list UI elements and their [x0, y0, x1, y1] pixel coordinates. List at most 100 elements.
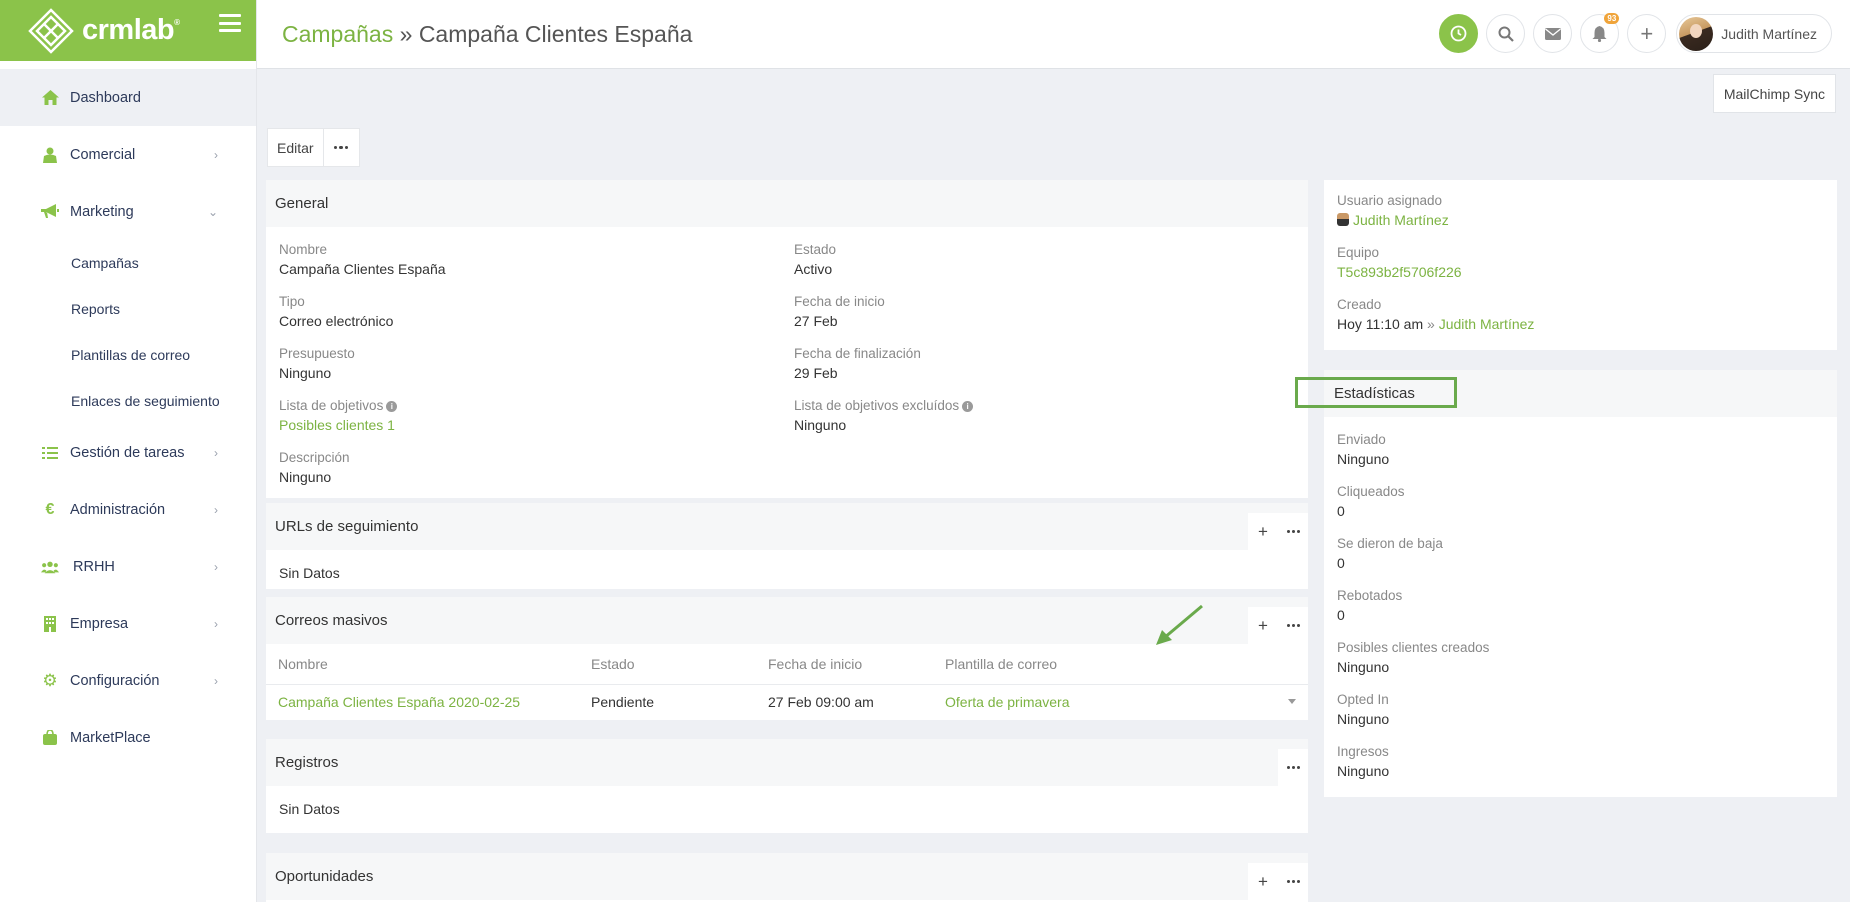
- opportunities-panel: Oportunidades +: [266, 853, 1308, 902]
- column-header[interactable]: Fecha de inicio: [768, 656, 945, 672]
- menu-toggle-icon[interactable]: [219, 14, 241, 32]
- clock-button[interactable]: [1439, 14, 1479, 53]
- panel-tools: [1278, 749, 1308, 786]
- field-label: Opted In: [1337, 692, 1389, 707]
- field-presupuesto: Presupuesto Ninguno: [279, 346, 355, 381]
- field-fecha-inicio: Fecha de inicio 27 Feb: [794, 294, 885, 329]
- highlight-annotation: [1295, 377, 1457, 408]
- field-nombre: Nombre Campaña Clientes España: [279, 242, 446, 277]
- chevron-right-icon: ›: [214, 616, 218, 631]
- tasks-icon: [41, 444, 59, 462]
- created-by-link[interactable]: Judith Martínez: [1439, 316, 1535, 332]
- field-value: Hoy 11:10 am » Judith Martínez: [1337, 316, 1534, 332]
- ellipsis-icon[interactable]: [1278, 513, 1308, 550]
- building-icon: [41, 615, 59, 633]
- date-cell: 27 Feb 09:00 am: [768, 694, 874, 710]
- field-value: 0: [1337, 503, 1345, 519]
- panel-header: General: [266, 180, 1308, 227]
- separator: »: [1423, 316, 1439, 332]
- add-icon[interactable]: +: [1248, 607, 1278, 644]
- field-label: Fecha de inicio: [794, 294, 885, 309]
- add-icon[interactable]: +: [1248, 863, 1278, 900]
- created-time: Hoy 11:10 am: [1337, 316, 1424, 332]
- add-button[interactable]: +: [1627, 14, 1667, 53]
- nav-item-empresa[interactable]: Empresa ›: [0, 595, 256, 652]
- sub-item-campanas[interactable]: Campañas: [0, 240, 256, 286]
- breadcrumb-parent-link[interactable]: Campañas: [282, 21, 393, 47]
- nav-item-administracion[interactable]: € Administración ›: [0, 481, 256, 538]
- column-header[interactable]: Estado: [591, 656, 768, 672]
- field-tipo: Tipo Correo electrónico: [279, 294, 393, 329]
- stat-enviado: Enviado Ninguno: [1337, 432, 1389, 467]
- field-label: Enviado: [1337, 432, 1386, 447]
- field-label: Rebotados: [1337, 588, 1403, 603]
- field-label: Lista de objetivos excluídos i: [794, 398, 974, 413]
- ellipsis-icon[interactable]: [1278, 749, 1308, 786]
- column-header[interactable]: Plantilla de correo: [945, 656, 1145, 672]
- user-menu[interactable]: Judith Martínez: [1676, 14, 1832, 53]
- field-label: Tipo: [279, 294, 305, 309]
- column-header[interactable]: Nombre: [266, 656, 591, 672]
- sub-item-plantillas[interactable]: Plantillas de correo: [0, 332, 256, 378]
- statistics-panel: Estadísticas Enviado Ninguno Cliqueados …: [1324, 370, 1837, 797]
- nav-item-marketing[interactable]: Marketing ⌄: [0, 183, 256, 240]
- edit-button[interactable]: Editar: [267, 128, 324, 167]
- field-label: Usuario asignado: [1337, 193, 1443, 208]
- mail-icon: [1544, 27, 1561, 40]
- mailchimp-sync-button[interactable]: MailChimp Sync: [1712, 74, 1836, 113]
- field-label: Descripción: [279, 450, 350, 465]
- assignment-panel: Usuario asignado Judith Martínez Equipo …: [1324, 180, 1837, 350]
- info-icon[interactable]: i: [386, 401, 398, 412]
- nav-item-marketplace[interactable]: MarketPlace: [0, 709, 256, 766]
- row-actions-caret-icon[interactable]: [1288, 699, 1296, 704]
- topbar: Campañas » Campaña Clientes España 93 + …: [257, 0, 1850, 69]
- user-icon: [41, 146, 59, 164]
- search-button[interactable]: [1486, 14, 1526, 53]
- notifications-button[interactable]: 93: [1580, 13, 1620, 53]
- ellipsis-icon[interactable]: [1278, 607, 1308, 644]
- template-link[interactable]: Oferta de primavera: [945, 694, 1145, 710]
- field-creado: Creado Hoy 11:10 am » Judith Martínez: [1337, 297, 1534, 332]
- more-actions-button[interactable]: [322, 128, 360, 167]
- info-icon[interactable]: i: [962, 401, 974, 412]
- clock-icon: [1450, 25, 1467, 42]
- panel-tools: +: [1248, 863, 1308, 900]
- field-label: Lista de objetivos i: [279, 398, 398, 413]
- panel-tools: +: [1248, 513, 1308, 550]
- field-value: Correo electrónico: [279, 313, 394, 329]
- nav-label: Marketing: [70, 203, 134, 220]
- nav-label: Empresa: [70, 615, 129, 632]
- panel-title: Oportunidades: [275, 868, 374, 885]
- logs-panel: Registros Sin Datos: [266, 739, 1308, 833]
- main-nav-lower: Gestión de tareas › € Administración › R…: [0, 424, 256, 766]
- field-equipo: Equipo T5c893b2f5706f226: [1337, 245, 1462, 280]
- gear-icon: ⚙: [42, 670, 58, 690]
- field-value: Judith Martínez: [1337, 212, 1449, 228]
- assigned-user-link[interactable]: Judith Martínez: [1353, 212, 1449, 228]
- ellipsis-icon[interactable]: [1278, 863, 1308, 900]
- field-value: Ninguno: [1337, 451, 1390, 467]
- field-value: Ninguno: [279, 365, 332, 381]
- team-link[interactable]: T5c893b2f5706f226: [1337, 264, 1462, 280]
- nav-item-rrhh[interactable]: RRHH ›: [0, 538, 256, 595]
- nav-item-configuracion[interactable]: ⚙ Configuración ›: [0, 652, 256, 709]
- sub-item-enlaces[interactable]: Enlaces de seguimiento: [0, 378, 256, 424]
- chevron-right-icon: ›: [214, 502, 218, 517]
- nav-item-comercial[interactable]: Comercial ›: [0, 126, 256, 183]
- stat-posibles-clientes: Posibles clientes creados Ninguno: [1337, 640, 1489, 675]
- stat-bajas: Se dieron de baja 0: [1337, 536, 1443, 571]
- mass-email-link[interactable]: Campaña Clientes España 2020-02-25: [266, 694, 591, 710]
- field-value: 29 Feb: [794, 365, 838, 381]
- logo-icon: [28, 7, 74, 54]
- users-icon: [41, 558, 59, 576]
- field-usuario: Usuario asignado Judith Martínez: [1337, 193, 1449, 228]
- nav-item-tareas[interactable]: Gestión de tareas ›: [0, 424, 256, 481]
- nav-item-dashboard[interactable]: Dashboard: [0, 69, 256, 126]
- mail-button[interactable]: [1533, 14, 1573, 53]
- add-icon[interactable]: +: [1248, 513, 1278, 550]
- panel-header: Oportunidades +: [266, 853, 1308, 900]
- field-label: Estado: [794, 242, 837, 257]
- sub-item-reports[interactable]: Reports: [0, 286, 256, 332]
- panel-header: Registros: [266, 739, 1308, 786]
- target-list-link[interactable]: Posibles clientes 1: [279, 417, 397, 433]
